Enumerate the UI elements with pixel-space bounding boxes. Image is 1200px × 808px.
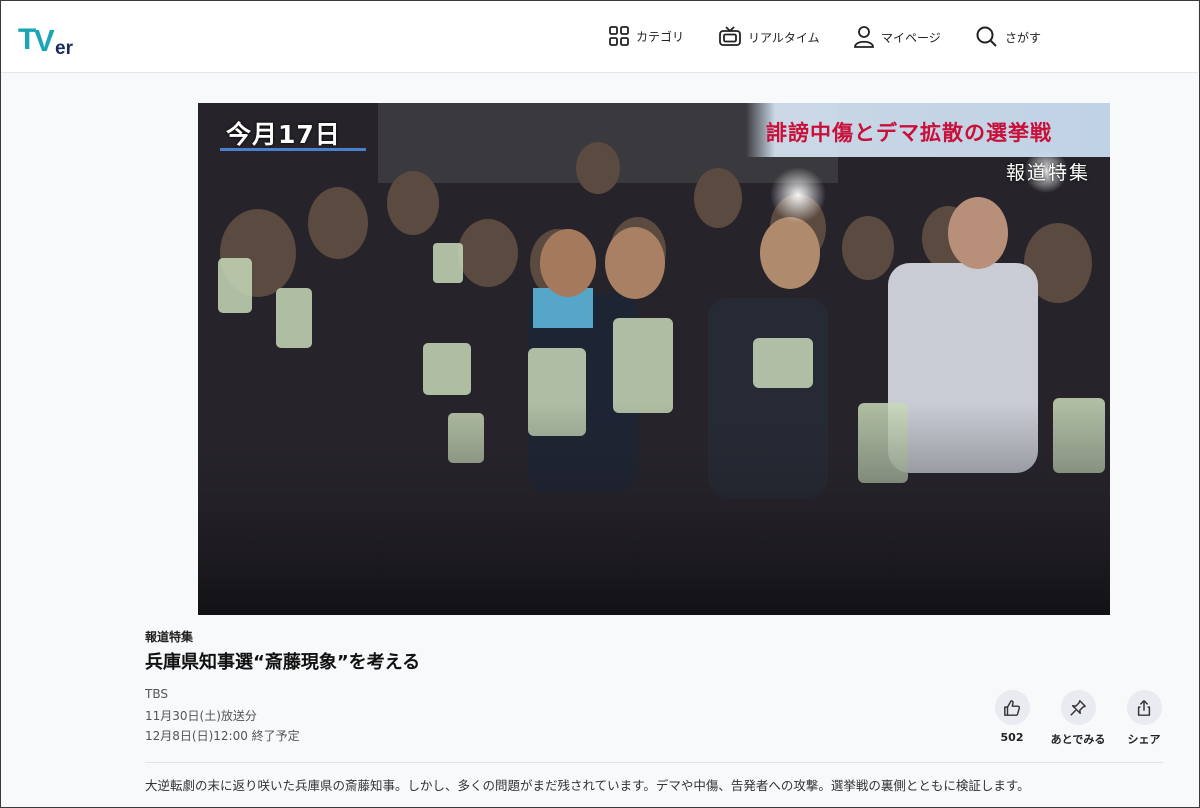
caption-underline — [220, 148, 366, 151]
share-button[interactable]: シェア — [1104, 690, 1184, 747]
share-label: シェア — [1127, 733, 1161, 746]
episode-title: 兵庫県知事選“斎藤現象”を考える — [145, 652, 421, 673]
air-date: 11月30日(土)放送分 — [145, 709, 257, 723]
share-circle — [1126, 690, 1162, 725]
grid-icon — [609, 26, 629, 46]
search-icon — [976, 26, 997, 47]
video-player[interactable]: 今月17日 誹謗中傷とデマ拡散の選挙戦 報道特集 — [198, 103, 1110, 615]
watch-later-circle — [1060, 690, 1096, 725]
tver-logo[interactable]: T V er — [18, 20, 82, 60]
availability-end: 12月8日(日)12:00 終了予定 — [145, 729, 300, 743]
nav-mypage[interactable]: マイページ — [853, 25, 941, 49]
nav-search[interactable]: さがす — [975, 25, 1041, 49]
headline-caption: 誹謗中傷とデマ拡散の選挙戦 — [766, 121, 1052, 145]
divider — [145, 762, 1163, 763]
broadcaster: TBS — [145, 687, 168, 701]
nav-search-label: さがす — [1005, 30, 1042, 45]
svg-text:V: V — [34, 23, 55, 58]
top-bar: T V er カテゴリ リアルタイム マイページ さがす — [1, 1, 1198, 73]
user-icon — [854, 26, 874, 48]
series-name[interactable]: 報道特集 — [145, 628, 193, 645]
pin-icon — [1070, 699, 1086, 716]
nav-category[interactable]: カテゴリ — [608, 25, 684, 47]
video-frame-image — [198, 103, 1110, 615]
date-caption: 今月17日 — [226, 120, 341, 149]
share-icon — [1137, 699, 1151, 716]
tv-icon — [719, 26, 741, 46]
nav-realtime[interactable]: リアルタイム — [718, 25, 820, 49]
episode-description: 大逆転劇の末に返り咲いた兵庫県の斎藤知事。しかし、多くの問題がまだ残されています… — [145, 778, 1030, 793]
nav-category-label: カテゴリ — [636, 29, 685, 44]
svg-text:er: er — [55, 38, 74, 59]
like-button-circle — [994, 690, 1030, 725]
thumbs-up-icon — [1004, 699, 1021, 716]
nav-mypage-label: マイページ — [881, 30, 941, 45]
nav-realtime-label: リアルタイム — [748, 30, 820, 45]
program-corner-tag: 報道特集 — [1006, 162, 1091, 184]
